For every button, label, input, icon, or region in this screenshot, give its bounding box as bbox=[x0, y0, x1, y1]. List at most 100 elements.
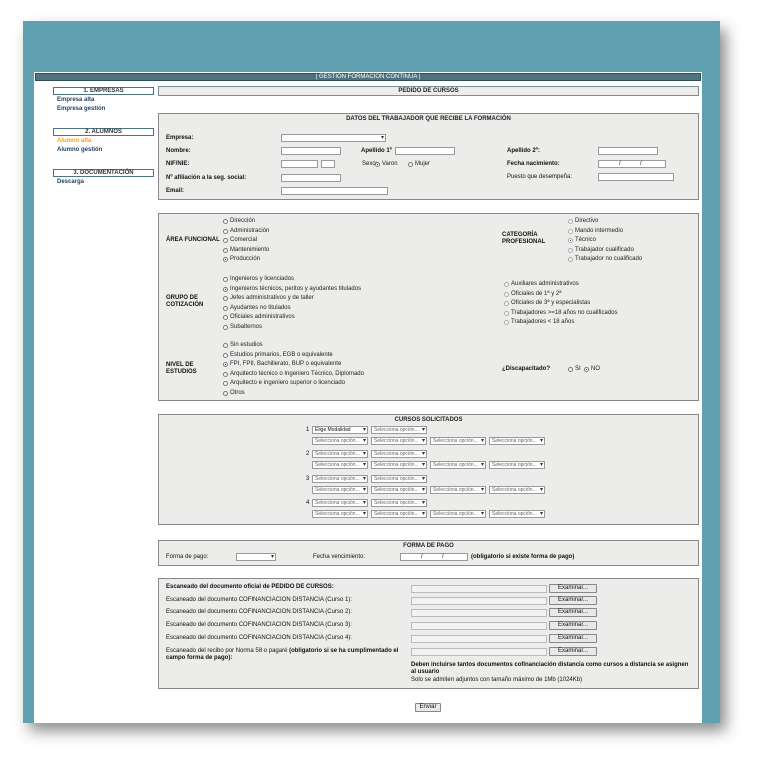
curso-opcion-select[interactable]: Selecciona opción... bbox=[371, 450, 427, 458]
area-radio-0[interactable] bbox=[223, 219, 228, 224]
categoria-radio-3[interactable] bbox=[568, 247, 573, 253]
fecha-vencimiento-label: Fecha vencimiento: bbox=[313, 554, 366, 560]
sidebar-link-alumno-alta[interactable]: Alumno alta bbox=[57, 138, 91, 145]
estudios-option-label: Otros bbox=[230, 389, 245, 396]
examinar-button[interactable]: Examinar... bbox=[549, 634, 597, 643]
estudios-radio-1[interactable] bbox=[223, 352, 228, 358]
apellido1-input[interactable] bbox=[395, 147, 455, 155]
estudios-radio-0[interactable] bbox=[223, 343, 228, 348]
estudios-radio-5[interactable] bbox=[223, 390, 228, 396]
estudios-option-label: Arquitecto e ingeniero superior o licenc… bbox=[230, 380, 346, 386]
curso-detalle-select[interactable]: Selecciona opción... bbox=[371, 461, 427, 469]
curso-detalle-select[interactable]: Selecciona opción... bbox=[489, 486, 545, 494]
curso-detalle-select[interactable]: Selecciona opción... bbox=[489, 510, 545, 518]
grupo2-option-label: Trabajadores < 18 años bbox=[511, 319, 575, 325]
curso-detalle-select[interactable]: Selecciona opción... bbox=[430, 486, 486, 494]
file-path-field[interactable] bbox=[411, 585, 547, 593]
curso-detalle-select[interactable]: Selecciona opción... bbox=[489, 461, 545, 469]
examinar-button[interactable]: Examinar... bbox=[549, 621, 597, 630]
file-path-field[interactable] bbox=[411, 609, 547, 617]
curso-detalle-select[interactable]: Selecciona opción... bbox=[371, 486, 427, 494]
grupo-radio-4[interactable] bbox=[223, 315, 228, 320]
doc-note-3: Solo se admiten adjuntos con tamaño máxi… bbox=[411, 677, 583, 683]
sidebar-link-alumno-gestion[interactable]: Alumno gestión bbox=[57, 147, 102, 154]
fecha-nacimiento-sep: / bbox=[640, 161, 642, 167]
curso-modalidad-select[interactable]: Selecciona opción... bbox=[312, 499, 368, 507]
area-radio-1[interactable] bbox=[223, 228, 228, 234]
curso-detalle-select[interactable]: Selecciona opción... bbox=[371, 437, 427, 445]
curso-opcion-select[interactable]: Selecciona opción... bbox=[371, 475, 427, 483]
sexo-mujer-radio[interactable] bbox=[408, 162, 413, 167]
email-input[interactable] bbox=[281, 187, 388, 195]
discapacitado-no-radio[interactable] bbox=[584, 367, 589, 372]
curso-detalle-select[interactable]: Selecciona opción... bbox=[430, 437, 486, 445]
fecha-nacimiento-sep: / bbox=[619, 161, 621, 167]
empresa-select[interactable] bbox=[281, 134, 386, 142]
grupo-radio-3[interactable] bbox=[223, 305, 228, 311]
curso-detalle-select[interactable]: Selecciona opción... bbox=[312, 486, 368, 494]
puesto-input[interactable] bbox=[598, 173, 674, 181]
curso-number: 4 bbox=[306, 500, 310, 506]
grupo-radio-5[interactable] bbox=[223, 324, 228, 330]
grupo-radio-2[interactable] bbox=[223, 296, 228, 301]
grupo2-radio-2[interactable] bbox=[504, 301, 509, 306]
examinar-button[interactable]: Examinar... bbox=[549, 584, 597, 593]
sidebar-section-documentacion: 3. DOCUMENTACIÓN bbox=[53, 169, 154, 177]
enviar-button[interactable]: Enviar bbox=[415, 703, 441, 712]
grupo2-radio-3[interactable] bbox=[504, 310, 509, 316]
estudios-radio-4[interactable] bbox=[223, 381, 228, 386]
curso-detalle-select[interactable]: Selecciona opción... bbox=[489, 437, 545, 445]
categoria-option-label: Técnico bbox=[575, 237, 597, 243]
sidebar-link-descarga[interactable]: Descarga bbox=[57, 179, 84, 186]
file-path-field[interactable] bbox=[411, 622, 547, 630]
curso-modalidad-select[interactable]: Selecciona opción... bbox=[312, 475, 368, 483]
datos-title: DATOS DEL TRABAJADOR QUE RECIBE LA FORMA… bbox=[346, 116, 511, 122]
sidebar-link-empresa-alta[interactable]: Empresa alta bbox=[57, 97, 94, 104]
estudios-radio-2[interactable] bbox=[223, 362, 228, 367]
area-radio-3[interactable] bbox=[223, 247, 228, 253]
afiliacion-input[interactable] bbox=[281, 174, 341, 182]
curso-opcion-select[interactable]: Selecciona opción... bbox=[371, 499, 427, 507]
puesto-label: Puesto que desempeña: bbox=[507, 174, 573, 180]
categoria-radio-4[interactable] bbox=[568, 257, 573, 262]
area-radio-2[interactable] bbox=[223, 238, 228, 243]
fecha-vencimiento-input[interactable] bbox=[400, 553, 468, 561]
file-path-field[interactable] bbox=[411, 635, 547, 643]
nif-letter-input[interactable] bbox=[321, 160, 335, 168]
grupo2-radio-4[interactable] bbox=[504, 320, 509, 325]
examinar-button[interactable]: Examinar... bbox=[549, 608, 597, 617]
sidebar-link-empresa-gestion[interactable]: Empresa gestión bbox=[57, 106, 105, 113]
forma-pago-select[interactable] bbox=[236, 553, 276, 561]
categoria-radio-2[interactable] bbox=[568, 238, 573, 243]
curso-detalle-select[interactable]: Selecciona opción... bbox=[430, 510, 486, 518]
estudios-radio-3[interactable] bbox=[223, 371, 228, 377]
afiliacion-label: Nº afiliación a la seg. social: bbox=[166, 175, 247, 181]
curso-modalidad-select[interactable]: Elige Modalidad bbox=[312, 426, 368, 434]
nombre-input[interactable] bbox=[281, 147, 341, 155]
area-option-label: Comercial bbox=[230, 237, 258, 243]
discapacitado-si-label: SI bbox=[575, 366, 581, 372]
sexo-varon-radio[interactable] bbox=[375, 162, 380, 167]
curso-modalidad-select[interactable]: Selecciona opción... bbox=[312, 450, 368, 458]
area-radio-4[interactable] bbox=[223, 257, 228, 262]
grupo-radio-1[interactable] bbox=[223, 286, 228, 292]
nif-input[interactable] bbox=[281, 160, 318, 168]
examinar-button[interactable]: Examinar... bbox=[549, 647, 597, 656]
curso-detalle-select[interactable]: Selecciona opción... bbox=[430, 461, 486, 469]
grupo-radio-0[interactable] bbox=[223, 277, 228, 282]
curso-detalle-select[interactable]: Selecciona opción... bbox=[312, 437, 368, 445]
file-path-field[interactable] bbox=[411, 597, 547, 605]
apellido2-input[interactable] bbox=[598, 147, 658, 155]
file-path-field[interactable] bbox=[411, 648, 547, 656]
grupo2-radio-0[interactable] bbox=[504, 282, 509, 287]
curso-detalle-select[interactable]: Selecciona opción... bbox=[371, 510, 427, 518]
categoria-radio-0[interactable] bbox=[568, 219, 573, 224]
curso-opcion-select[interactable]: Selecciona opción... bbox=[371, 426, 427, 434]
grupo2-radio-1[interactable] bbox=[504, 291, 509, 297]
discapacitado-si-radio[interactable] bbox=[568, 367, 573, 372]
curso-detalle-select[interactable]: Selecciona opción... bbox=[312, 510, 368, 518]
categoria-radio-1[interactable] bbox=[568, 228, 573, 234]
fecha-nacimiento-input[interactable] bbox=[598, 160, 666, 168]
examinar-button[interactable]: Examinar... bbox=[549, 596, 597, 605]
curso-detalle-select[interactable]: Selecciona opción... bbox=[312, 461, 368, 469]
